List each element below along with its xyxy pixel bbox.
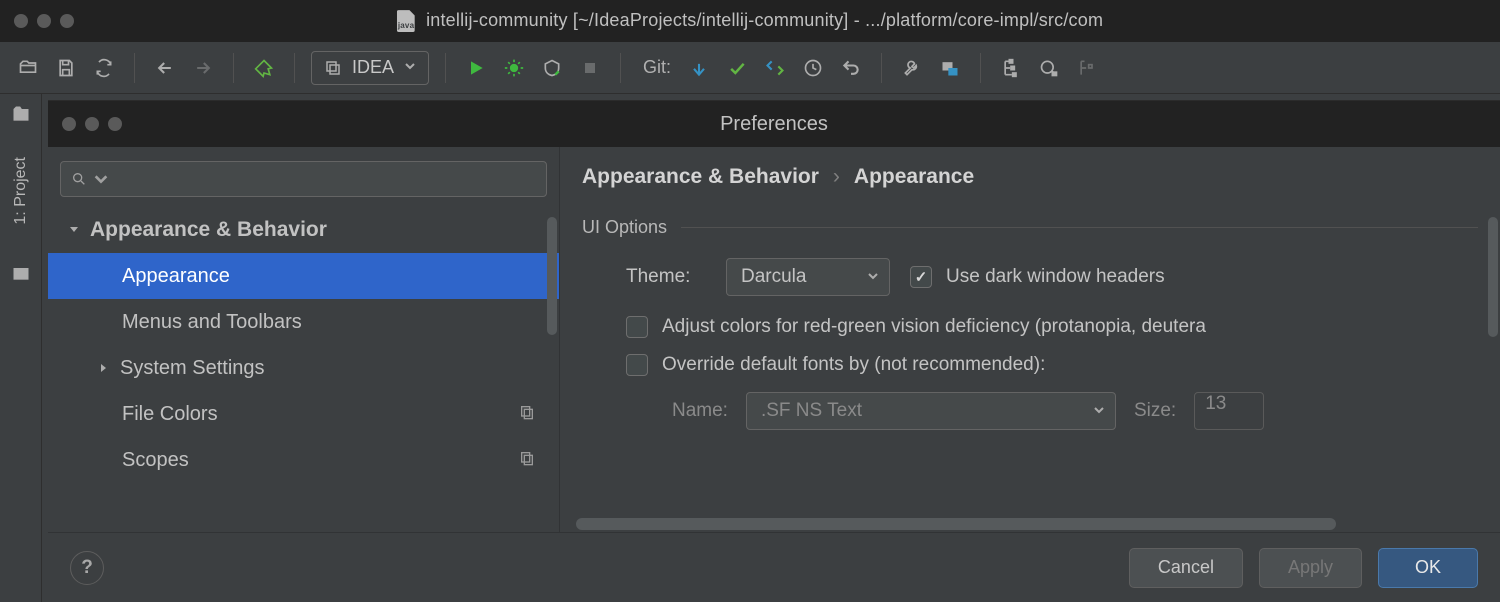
override-fonts-label: Override default fonts by (not recommend… — [662, 354, 1045, 376]
tree-item-menus-toolbars[interactable]: Menus and Toolbars — [48, 299, 559, 345]
cancel-button[interactable]: Cancel — [1129, 548, 1243, 588]
content-h-scrollbar[interactable] — [576, 518, 1336, 530]
breadcrumb-appearance: Appearance — [854, 165, 974, 189]
preferences-dialog: Preferences Appearance & Behavior Appear… — [48, 100, 1500, 602]
main-toolbar: IDEA Git: — [0, 42, 1500, 94]
search-input[interactable] — [60, 161, 547, 197]
project-structure-icon[interactable] — [936, 54, 964, 82]
debug-icon[interactable] — [500, 54, 528, 82]
color-adjust-checkbox[interactable] — [626, 316, 648, 338]
separator — [294, 53, 295, 83]
tree-item-appearance[interactable]: Appearance — [48, 253, 559, 299]
zoom-icon[interactable] — [108, 117, 122, 131]
preferences-sidebar: Appearance & Behavior Appearance Menus a… — [48, 147, 560, 532]
dark-headers-label: Use dark window headers — [946, 266, 1165, 288]
vcs-compare-icon[interactable] — [761, 54, 789, 82]
project-tool-label[interactable]: 1: Project — [12, 157, 30, 225]
font-size-input[interactable]: 13 — [1194, 392, 1264, 430]
breadcrumb: Appearance & Behavior › Appearance — [582, 165, 1478, 189]
preferences-content: Appearance & Behavior › Appearance UI Op… — [560, 147, 1500, 532]
theme-label: Theme: — [626, 266, 706, 288]
separator — [445, 53, 446, 83]
dark-headers-checkbox[interactable] — [910, 266, 932, 288]
preferences-title: Preferences — [720, 113, 828, 136]
help-button[interactable]: ? — [70, 551, 104, 585]
run-config-label: IDEA — [352, 57, 394, 78]
save-icon[interactable] — [52, 54, 80, 82]
separator — [620, 53, 621, 83]
preferences-footer: ? Cancel Apply OK — [48, 532, 1500, 602]
zoom-window-icon[interactable] — [60, 14, 74, 28]
java-file-icon — [397, 10, 415, 32]
search-dropdown-caret-icon[interactable] — [93, 171, 109, 187]
color-adjust-label: Adjust colors for red-green vision defic… — [662, 316, 1206, 338]
find-icon[interactable] — [1035, 54, 1063, 82]
vcs-commit-icon[interactable] — [723, 54, 751, 82]
run-coverage-icon[interactable] — [538, 54, 566, 82]
stop-icon — [576, 54, 604, 82]
dropdown-caret-icon — [1093, 400, 1105, 422]
open-icon[interactable] — [14, 54, 42, 82]
theme-select[interactable]: Darcula — [726, 258, 890, 296]
structure-tool-icon[interactable] — [11, 263, 31, 288]
dialog-window-controls[interactable] — [62, 117, 122, 131]
main-window-titlebar: intellij-community [~/IdeaProjects/intel… — [0, 0, 1500, 42]
section-ui-options: UI Options — [582, 217, 1478, 238]
shared-scope-icon — [519, 449, 535, 472]
close-icon[interactable] — [62, 117, 76, 131]
sidebar-scrollbar[interactable] — [547, 217, 557, 335]
chevron-right-icon: › — [833, 165, 840, 189]
tree-root-appearance-behavior[interactable]: Appearance & Behavior — [48, 207, 559, 253]
settings-tree: Appearance & Behavior Appearance Menus a… — [48, 207, 559, 532]
content-scrollbar[interactable] — [1488, 217, 1498, 337]
tree-item-system-settings[interactable]: System Settings — [48, 345, 559, 391]
minimize-window-icon[interactable] — [37, 14, 51, 28]
preferences-titlebar: Preferences — [48, 101, 1500, 147]
font-name-label: Name: — [672, 400, 728, 422]
override-fonts-checkbox[interactable] — [626, 354, 648, 376]
git-label: Git: — [643, 57, 671, 78]
tool-window-bar: 1: Project — [0, 94, 42, 602]
build-icon[interactable] — [250, 54, 278, 82]
run-config-selector[interactable]: IDEA — [311, 51, 429, 85]
forward-icon — [189, 54, 217, 82]
dropdown-caret-icon — [867, 266, 879, 288]
ok-button[interactable]: OK — [1378, 548, 1478, 588]
breadcrumb-appearance-behavior[interactable]: Appearance & Behavior — [582, 165, 819, 189]
tree-item-file-colors[interactable]: File Colors — [48, 391, 559, 437]
expand-caret-icon — [68, 224, 80, 236]
shared-scope-icon — [519, 403, 535, 426]
tree-item-scopes[interactable]: Scopes — [48, 437, 559, 483]
settings-wrench-icon[interactable] — [898, 54, 926, 82]
separator — [980, 53, 981, 83]
separator — [881, 53, 882, 83]
separator — [134, 53, 135, 83]
vcs-update-icon[interactable] — [685, 54, 713, 82]
expand-caret-icon — [98, 362, 110, 374]
window-controls[interactable] — [14, 14, 74, 28]
sync-icon[interactable] — [90, 54, 118, 82]
back-icon[interactable] — [151, 54, 179, 82]
main-window-title: intellij-community [~/IdeaProjects/intel… — [397, 10, 1103, 32]
apply-button: Apply — [1259, 548, 1362, 588]
vcs-revert-icon[interactable] — [837, 54, 865, 82]
windows-stack-icon — [324, 59, 342, 77]
separator — [233, 53, 234, 83]
dropdown-caret-icon — [404, 59, 416, 77]
font-name-select[interactable]: .SF NS Text — [746, 392, 1116, 430]
search-icon — [71, 171, 87, 187]
close-window-icon[interactable] — [14, 14, 28, 28]
run-icon[interactable] — [462, 54, 490, 82]
project-tool-icon[interactable] — [11, 104, 31, 129]
replace-icon — [1073, 54, 1101, 82]
font-size-label: Size: — [1134, 400, 1176, 422]
vcs-history-icon[interactable] — [799, 54, 827, 82]
minimize-icon[interactable] — [85, 117, 99, 131]
structure-icon[interactable] — [997, 54, 1025, 82]
